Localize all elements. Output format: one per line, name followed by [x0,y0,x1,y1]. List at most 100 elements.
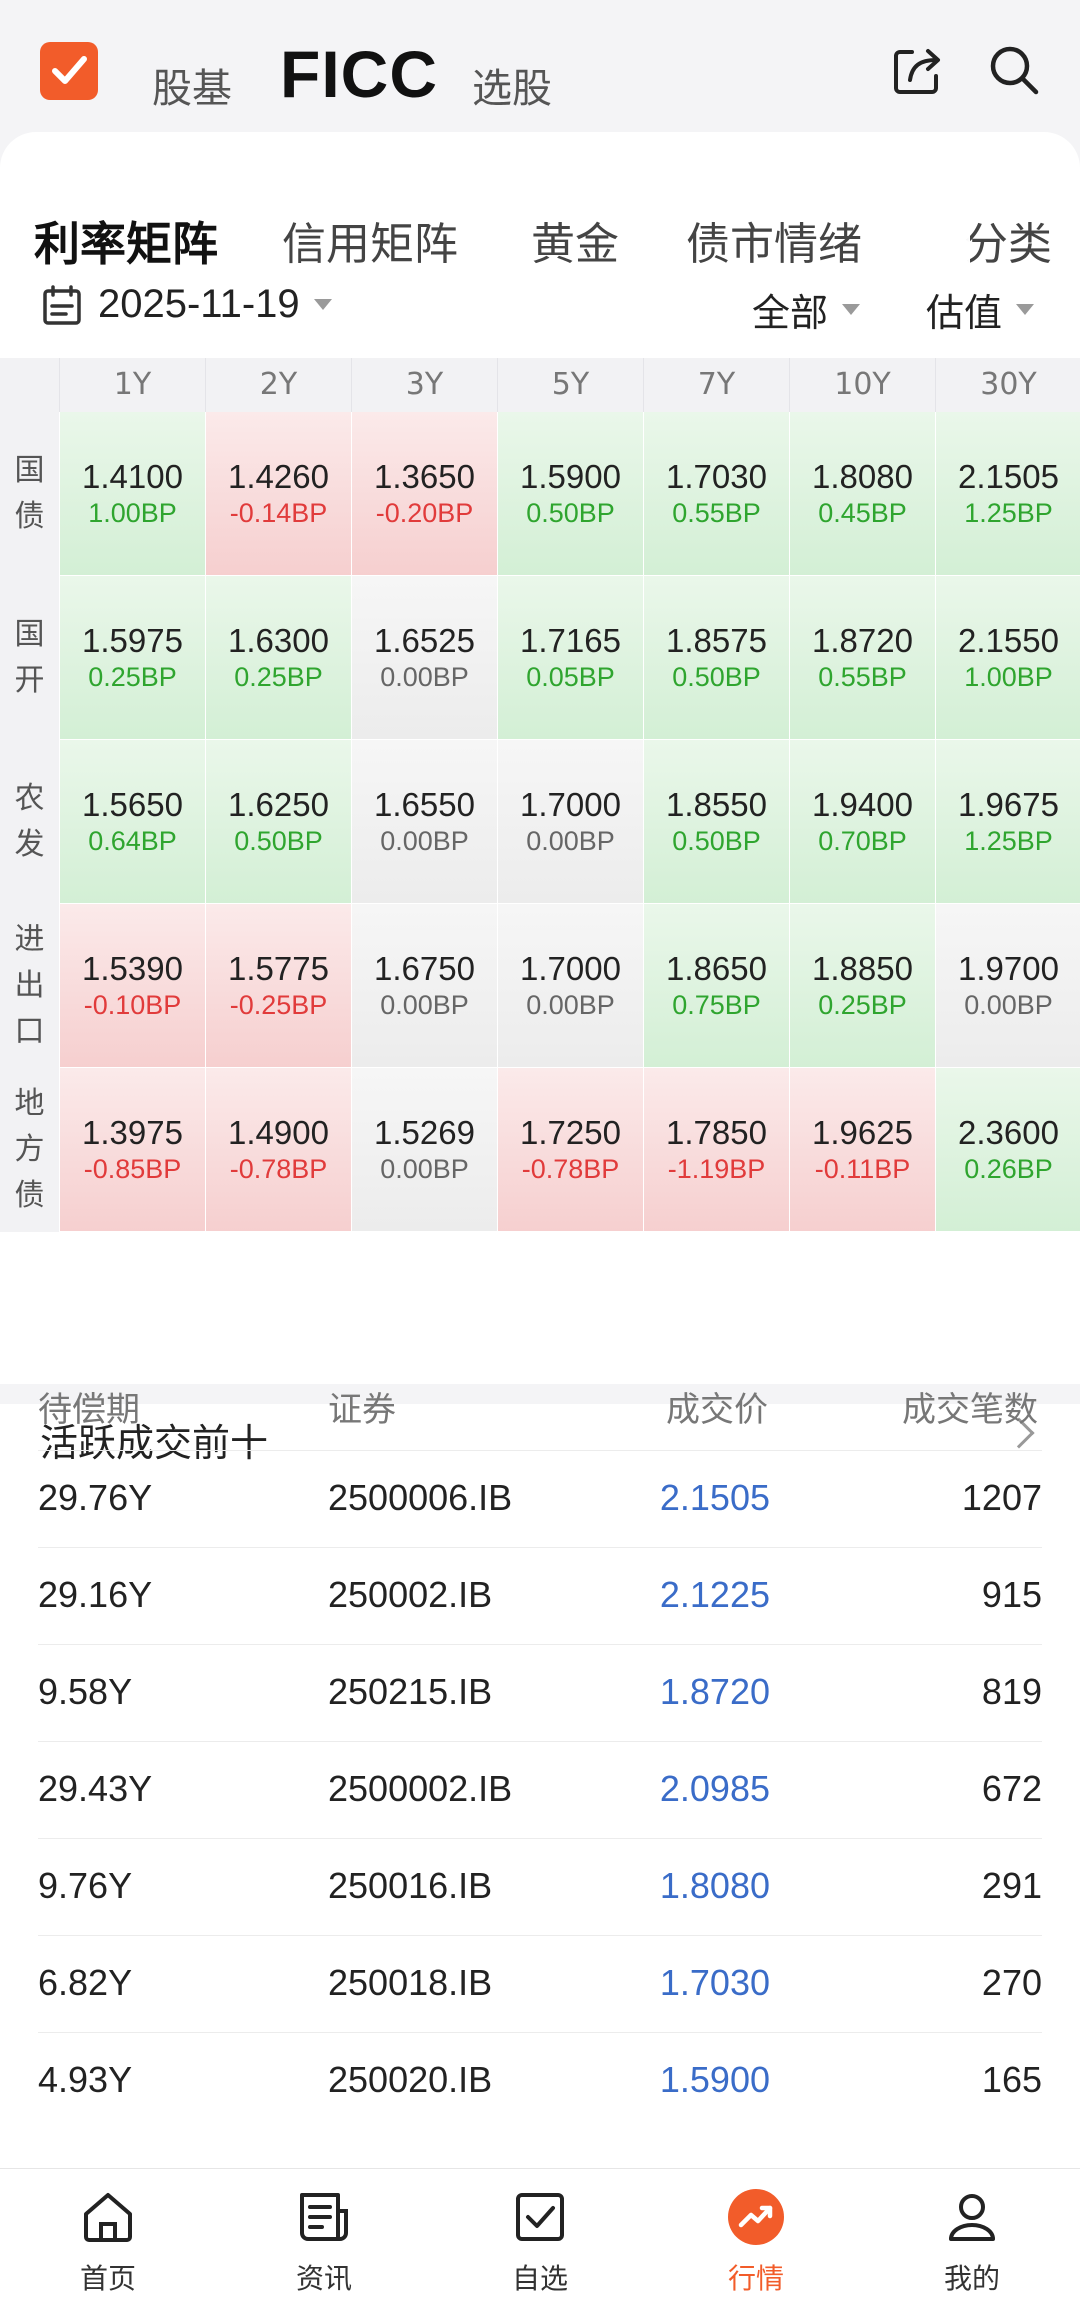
matrix-col-header: 3Y [351,358,497,412]
matrix-cell[interactable]: 1.4900 -0.78BP [205,1068,351,1232]
matrix-cell-change: 0.00BP [380,826,469,856]
matrix-cell-change: 0.00BP [526,990,615,1020]
table-row[interactable]: 6.82Y 250018.IB 1.7030 270 [38,1935,1042,2032]
matrix-cell[interactable]: 1.7000 0.00BP [497,904,643,1068]
tab-category[interactable]: 分类 [964,208,1052,268]
search-icon[interactable] [984,40,1044,100]
matrix-cell[interactable]: 1.8650 0.75BP [643,904,789,1068]
tab-rate-matrix[interactable]: 利率矩阵 [34,208,218,268]
matrix-cell-rate: 1.7165 [520,622,621,659]
trade-price: 2.1505 [659,1477,770,1518]
matrix-cell[interactable]: 1.5775 -0.25BP [205,904,351,1068]
col-head-security: 证券 [328,1390,396,1430]
nav-profile[interactable]: 我的 [864,2169,1080,2311]
matrix-cell[interactable]: 1.8550 0.50BP [643,740,789,904]
matrix-cell[interactable]: 1.7000 0.00BP [497,740,643,904]
matrix-cell-change: -0.20BP [375,498,474,528]
measure-filter[interactable]: 估值 [926,282,1035,337]
matrix-cell[interactable]: 1.7165 0.05BP [497,576,643,740]
nav-home-label: 首页 [79,2262,136,2295]
scope-dropdown-icon [842,304,861,315]
tab-credit-matrix[interactable]: 信用矩阵 [282,208,458,268]
table-row[interactable]: 9.76Y 250016.IB 1.8080 291 [38,1838,1042,1935]
trade-code: 250215.IB [328,1671,493,1712]
matrix-cell[interactable]: 1.3975 -0.85BP [59,1068,205,1232]
tab-bond-sentiment[interactable]: 债市情绪 [686,208,862,268]
matrix-cell[interactable]: 1.7030 0.55BP [643,412,789,576]
matrix-cell-rate: 1.8550 [666,786,767,823]
matrix-cell[interactable]: 1.4100 1.00BP [59,412,205,576]
table-row[interactable]: 29.43Y 2500002.IB 2.0985 672 [38,1741,1042,1838]
nav-market[interactable]: 行情 [648,2169,864,2311]
nav-news[interactable]: 资讯 [216,2169,432,2311]
trade-count: 1207 [961,1477,1042,1518]
matrix-cell-change: -0.10BP [83,990,182,1020]
matrix-cell[interactable]: 1.5975 0.25BP [59,576,205,740]
trade-term: 29.43Y [38,1768,153,1809]
date-picker[interactable]: 2025-11-19 [42,282,332,327]
matrix-cell[interactable]: 1.3650 -0.20BP [351,412,497,576]
matrix-row-label-char: 开 [14,663,45,698]
matrix-cell-change: 0.75BP [672,990,761,1020]
scope-filter[interactable]: 全部 [752,282,861,337]
trade-count: 270 [981,1962,1042,2003]
matrix-cell[interactable]: 1.7850 -1.19BP [643,1068,789,1232]
matrix-cell-rate: 1.8575 [666,622,767,659]
nav-watchlist[interactable]: 自选 [432,2169,648,2311]
matrix-cell-rate: 1.8850 [812,950,913,987]
table-row[interactable]: 4.93Y 250020.IB 1.5900 165 [38,2032,1042,2129]
matrix-cell[interactable]: 1.9400 0.70BP [789,740,935,904]
matrix-cell[interactable]: 1.5650 0.64BP [59,740,205,904]
matrix-cell[interactable]: 1.8575 0.50BP [643,576,789,740]
matrix-cell[interactable]: 1.8080 0.45BP [789,412,935,576]
top-nav-ficc[interactable]: FICC [280,36,438,112]
nav-home[interactable]: 首页 [0,2169,216,2311]
matrix-cell[interactable]: 1.9625 -0.11BP [789,1068,935,1232]
top-nav-stock-picker[interactable]: 选股 [472,56,552,114]
top-nav-stocks-funds[interactable]: 股基 [152,56,232,114]
matrix-cell-rate: 1.5775 [228,950,329,987]
matrix-cell-change: 0.05BP [526,662,615,692]
measure-filter-label: 估值 [926,291,1003,335]
table-row[interactable]: 29.16Y 250002.IB 2.1225 915 [38,1547,1042,1644]
matrix-cell-rate: 1.7850 [666,1114,767,1151]
matrix-cell-rate: 1.7250 [520,1114,621,1151]
matrix-cell[interactable]: 1.8720 0.55BP [789,576,935,740]
matrix-cell[interactable]: 1.6250 0.50BP [205,740,351,904]
trade-code: 250002.IB [328,1574,493,1615]
matrix-cell[interactable]: 1.4260 -0.14BP [205,412,351,576]
trade-code: 250018.IB [328,1962,493,2003]
matrix-cell[interactable]: 1.7250 -0.78BP [497,1068,643,1232]
matrix-cell[interactable]: 1.6550 0.00BP [351,740,497,904]
matrix-cell[interactable]: 1.6750 0.00BP [351,904,497,1068]
trade-term: 9.76Y [38,1865,133,1906]
matrix-row-label: 地方债 [0,1068,59,1232]
matrix-cell[interactable]: 1.6300 0.25BP [205,576,351,740]
matrix-row-label-char: 出 [14,968,45,1003]
tab-gold[interactable]: 黄金 [531,208,619,268]
matrix-cell[interactable]: 1.9700 0.00BP [935,904,1080,1068]
table-row[interactable]: 9.58Y 250215.IB 1.8720 819 [38,1644,1042,1741]
matrix-row-label: 国债 [0,412,59,576]
table-row[interactable]: 29.76Y 2500006.IB 2.1505 1207 [38,1450,1042,1547]
share-icon[interactable] [888,40,948,100]
matrix-cell[interactable]: 2.1550 1.00BP [935,576,1080,740]
matrix-cell[interactable]: 2.1505 1.25BP [935,412,1080,576]
matrix-cell[interactable]: 1.6525 0.00BP [351,576,497,740]
nav-news-label: 资讯 [295,2262,352,2295]
matrix-cell-change: 0.25BP [88,662,177,692]
matrix-cell-change: 0.50BP [526,498,615,528]
trade-count: 915 [981,1574,1042,1615]
matrix-cell[interactable]: 2.3600 0.26BP [935,1068,1080,1232]
matrix-cell-rate: 1.6300 [228,622,329,659]
matrix-cell[interactable]: 1.5390 -0.10BP [59,904,205,1068]
matrix-cell[interactable]: 1.9675 1.25BP [935,740,1080,904]
matrix-cell-rate: 1.3650 [374,458,475,495]
matrix-cell[interactable]: 1.8850 0.25BP [789,904,935,1068]
app-logo-icon[interactable] [40,42,98,100]
matrix-cell-rate: 1.7000 [520,786,621,823]
market-icon [724,2185,788,2249]
matrix-cell[interactable]: 1.5900 0.50BP [497,412,643,576]
matrix-cell[interactable]: 1.5269 0.00BP [351,1068,497,1232]
trade-code: 250020.IB [328,2059,493,2100]
